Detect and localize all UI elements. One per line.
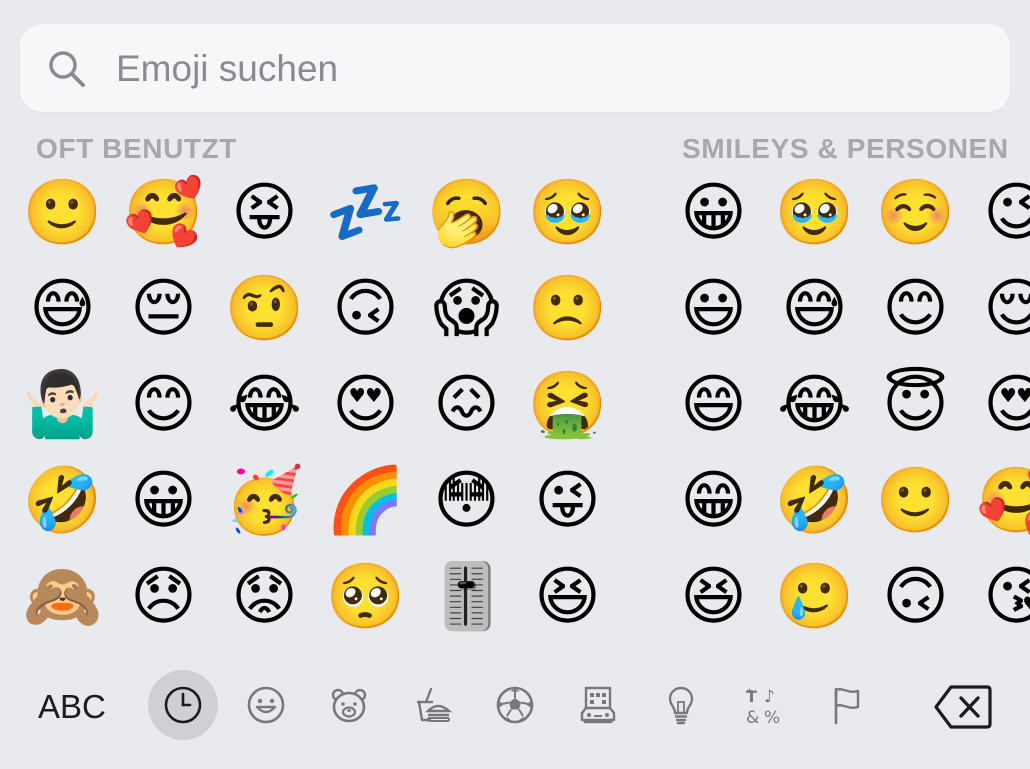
frequent-emoji-cell[interactable]: 😝 [214,165,315,261]
smileys-emoji-cell[interactable]: 😉 [966,165,1030,261]
frequent-emoji-cell[interactable]: 🙁 [517,261,618,357]
smileys-emoji-cell[interactable]: 🥹 [764,165,865,261]
frequent-emoji-cell[interactable]: 😞 [113,549,214,645]
symbols-icon: T + ♪ & % [746,686,780,726]
frequent-emoji-cell[interactable]: 🎚️ [416,549,517,645]
frequent-emoji-cell[interactable]: 😟 [214,549,315,645]
svg-text:+: + [746,686,753,695]
smileys-emoji-cell[interactable]: 🙂 [865,453,966,549]
category-smileys-button[interactable] [231,670,301,740]
soccer-ball-icon [496,686,534,724]
category-recent-button[interactable] [148,670,218,740]
frequent-emoji-cell[interactable]: 😱 [416,261,517,357]
category-travel-button[interactable] [563,670,633,740]
frequent-emoji-cell[interactable]: 🙈 [12,549,113,645]
svg-text:%: % [764,708,780,726]
smileys-emoji-cell[interactable]: 😁 [663,453,764,549]
frequent-emoji-cell[interactable]: 🥱 [416,165,517,261]
smileys-emoji-cell[interactable]: 🤣 [764,453,865,549]
abc-keyboard-button[interactable]: ABC [38,688,106,726]
delete-backspace-icon[interactable] [934,684,992,730]
clock-icon [164,686,202,724]
frequent-emoji-cell[interactable]: 😜 [517,453,618,549]
section-title-smileys-people: SMILEYS & PERSONEN [682,133,1009,164]
frequent-emoji-cell[interactable]: 😊 [113,357,214,453]
section-title-frequently-used: OFT BENUTZT [36,133,238,164]
svg-text:♪: ♪ [764,687,775,707]
smileys-emoji-cell[interactable]: 😂 [764,357,865,453]
flag-icon [834,687,860,725]
frequent-emoji-cell[interactable]: 🙂 [12,165,113,261]
frequent-emoji-cell[interactable]: 🤣 [12,453,113,549]
smileys-emoji-cell[interactable]: 🥰 [966,453,1030,549]
smileys-emoji-cell[interactable]: 😆 [663,549,764,645]
smileys-emoji-cell[interactable]: 😘 [966,549,1030,645]
frequent-emoji-cell[interactable]: 🥰 [113,165,214,261]
smileys-emoji-cell[interactable]: ☺️ [865,165,966,261]
frequent-emoji-cell[interactable]: 😔 [113,261,214,357]
category-activity-button[interactable] [480,670,550,740]
frequent-emoji-cell[interactable]: 🥳 [214,453,315,549]
svg-text:&: & [746,708,759,726]
smileys-emoji-cell[interactable]: 😇 [865,357,966,453]
search-icon [49,51,85,87]
smileys-emoji-cell[interactable]: 😍 [966,357,1030,453]
frequent-emoji-cell[interactable]: 🌈 [315,453,416,549]
smileys-emoji-cell[interactable]: 😀 [663,165,764,261]
frequent-emoji-cell[interactable]: 😀 [113,453,214,549]
frequent-emoji-cell[interactable]: 😍 [315,357,416,453]
frequent-emoji-cell[interactable]: 😖 [416,357,517,453]
emoji-grid-smileys-people: 😀 😃 😄 😁 😆 🥹 😅 😂 🤣 🥲 ☺️ 😊 😇 🙂 🙃 😉 😌 😍 🥰 😘 [663,165,1030,645]
search-input[interactable] [116,44,976,94]
frequent-emoji-cell[interactable]: 😂 [214,357,315,453]
category-objects-button[interactable] [646,670,716,740]
smileys-emoji-cell[interactable]: 😌 [966,261,1030,357]
frequent-emoji-cell[interactable]: 🤨 [214,261,315,357]
category-flags-button[interactable] [812,670,882,740]
frequent-emoji-cell[interactable]: 😆 [517,549,618,645]
frequent-emoji-cell[interactable]: 🤷🏻‍♂️ [12,357,113,453]
smileys-emoji-cell[interactable]: 🙃 [865,549,966,645]
bear-icon [331,688,367,723]
emoji-category-toolbar: ABC T + ♪ & % [0,662,1030,758]
category-symbols-button[interactable]: T + ♪ & % [729,670,799,740]
food-icon [417,687,453,722]
frequent-emoji-cell[interactable]: 😳 [416,453,517,549]
frequent-emoji-cell[interactable]: 🥺 [315,549,416,645]
frequent-emoji-cell[interactable]: 🙃 [315,261,416,357]
smiley-icon [247,686,285,724]
frequent-emoji-cell[interactable]: 💤 [315,165,416,261]
building-car-icon [580,686,616,724]
smileys-emoji-cell[interactable]: 😄 [663,357,764,453]
emoji-grid-frequently-used: 🙂 😅 🤷🏻‍♂️ 🤣 🙈 🥰 😔 😊 😀 😞 😝 🤨 😂 🥳 😟 💤 🙃 😍 🌈 🥺 🥱 😱 😖 😳 🎚️ 🥹 🙁 🤮 😜 😆 [12,165,618,645]
frequent-emoji-cell[interactable]: 🥹 [517,165,618,261]
category-food-button[interactable] [397,670,467,740]
smileys-emoji-cell[interactable]: 😃 [663,261,764,357]
frequent-emoji-cell[interactable]: 😅 [12,261,113,357]
category-animals-button[interactable] [314,670,384,740]
smileys-emoji-cell[interactable]: 😅 [764,261,865,357]
frequent-emoji-cell[interactable]: 🤮 [517,357,618,453]
lightbulb-icon [668,686,694,725]
smileys-emoji-cell[interactable]: 😊 [865,261,966,357]
smileys-emoji-cell[interactable]: 🥲 [764,549,865,645]
